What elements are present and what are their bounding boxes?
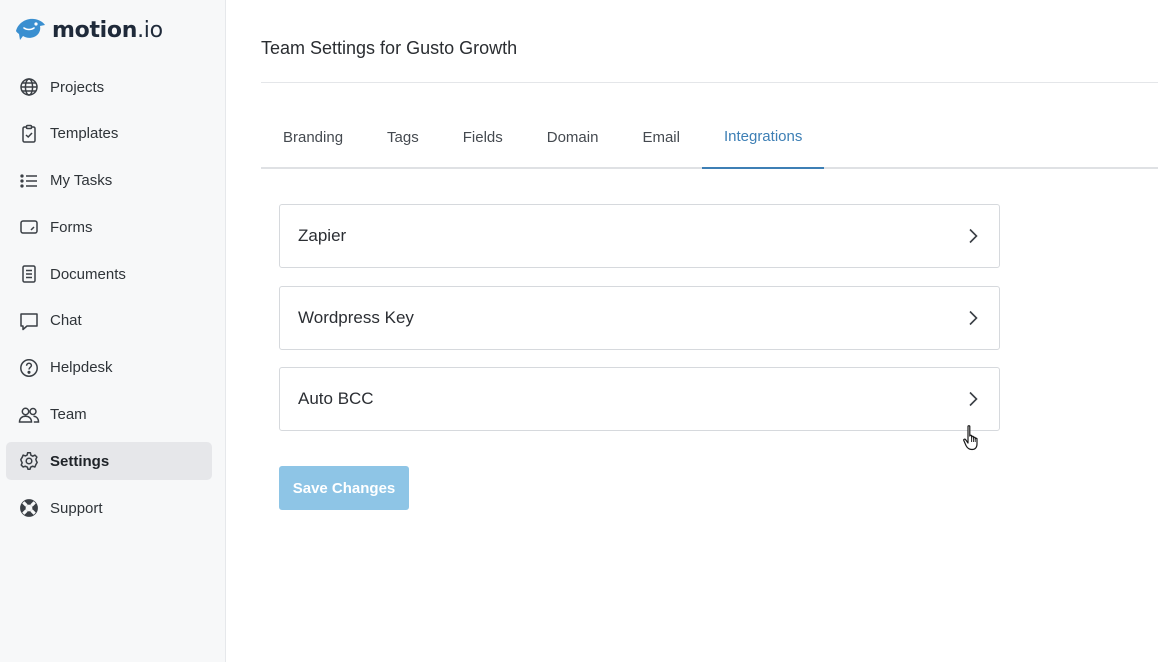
integration-wordpress-key[interactable]: Wordpress Key [279,285,1000,350]
save-changes-button[interactable]: Save Changes [279,466,409,510]
chevron-right-icon [965,228,981,244]
sidebar: motion.io Projects Templates My Tasks Fo… [0,0,226,662]
page-title: Team Settings for Gusto Growth [261,38,518,58]
tab-fields[interactable]: Fields [441,109,525,169]
tab-tags[interactable]: Tags [365,109,441,169]
sidebar-item-label: Forms [50,218,93,236]
integration-label: Zapier [298,226,347,245]
integration-zapier[interactable]: Zapier [279,204,1000,268]
question-circle-icon [18,357,40,379]
lifebuoy-icon [18,497,40,519]
sidebar-nav: Projects Templates My Tasks Forms Docume… [6,68,212,536]
sidebar-item-label: Projects [50,78,105,96]
tab-branding[interactable]: Branding [261,109,365,169]
integration-auto-bcc[interactable]: Auto BCC [279,367,1000,431]
sidebar-item-team[interactable]: Team [6,396,212,434]
sidebar-item-label: Helpdesk [50,359,113,377]
sidebar-item-label: Team [50,406,87,424]
sidebar-item-templates[interactable]: Templates [6,115,212,153]
chevron-right-icon [965,310,981,326]
sidebar-item-my-tasks[interactable]: My Tasks [6,162,212,200]
tab-domain[interactable]: Domain [525,109,621,169]
sidebar-item-label: Templates [50,125,119,143]
settings-tabs: Branding Tags Fields Domain Email Integr… [261,109,1158,169]
clipboard-check-icon [18,123,40,145]
sidebar-item-documents[interactable]: Documents [6,255,212,293]
globe-icon [18,76,40,98]
integration-label: Wordpress Key [298,307,414,327]
sidebar-item-label: Documents [50,265,126,283]
sidebar-item-label: Settings [50,452,110,470]
form-icon [18,216,40,238]
sidebar-item-label: Support [50,499,103,517]
sidebar-item-chat[interactable]: Chat [6,302,212,340]
integration-label: Auto BCC [298,389,374,408]
brand-name: motion.io [52,17,163,43]
sidebar-item-support[interactable]: Support [6,489,212,527]
sidebar-item-label: My Tasks [50,172,113,190]
list-icon [18,170,40,192]
sidebar-item-settings[interactable]: Settings [6,442,212,481]
chat-bubble-icon [18,310,40,332]
chevron-right-icon [965,391,981,407]
sidebar-item-helpdesk[interactable]: Helpdesk [6,349,212,387]
sidebar-item-projects[interactable]: Projects [6,68,212,106]
brand-logo[interactable]: motion.io [14,14,163,46]
tab-integrations[interactable]: Integrations [701,109,825,169]
document-icon [18,263,40,285]
gear-icon [18,450,40,472]
title-divider [261,82,1158,83]
motion-bird-icon [16,18,45,40]
sidebar-item-forms[interactable]: Forms [6,208,212,246]
main-content: Team Settings for Gusto Growth Branding … [226,0,1158,662]
sidebar-item-label: Chat [50,312,82,330]
hand-pointer-cursor-icon [963,425,978,451]
users-icon [18,404,40,426]
integrations-list: Zapier Wordpress Key Auto BCC [279,204,1000,449]
tab-email[interactable]: Email [620,109,702,169]
